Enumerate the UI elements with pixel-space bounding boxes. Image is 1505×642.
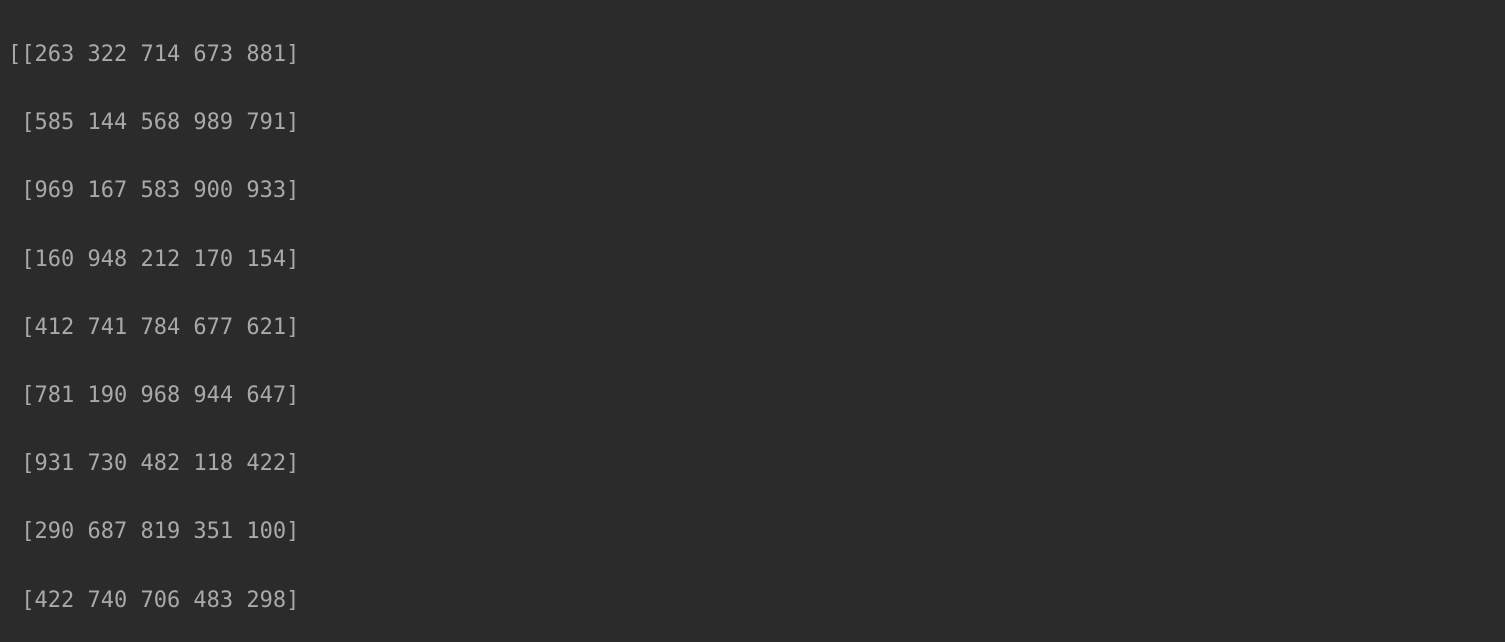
output-line: [422 740 706 483 298] xyxy=(8,584,1497,618)
output-line: [412 741 784 677 621] xyxy=(8,311,1497,345)
output-line: [931 730 482 118 422] xyxy=(8,447,1497,481)
output-line: [[263 322 714 673 881] xyxy=(8,38,1497,72)
output-line: [969 167 583 900 933] xyxy=(8,174,1497,208)
output-line: [290 687 819 351 100] xyxy=(8,515,1497,549)
output-line: [160 948 212 170 154] xyxy=(8,243,1497,277)
output-line: [781 190 968 944 647] xyxy=(8,379,1497,413)
output-line: [585 144 568 989 791] xyxy=(8,106,1497,140)
terminal-output: [[263 322 714 673 881] [585 144 568 989 … xyxy=(0,0,1505,642)
